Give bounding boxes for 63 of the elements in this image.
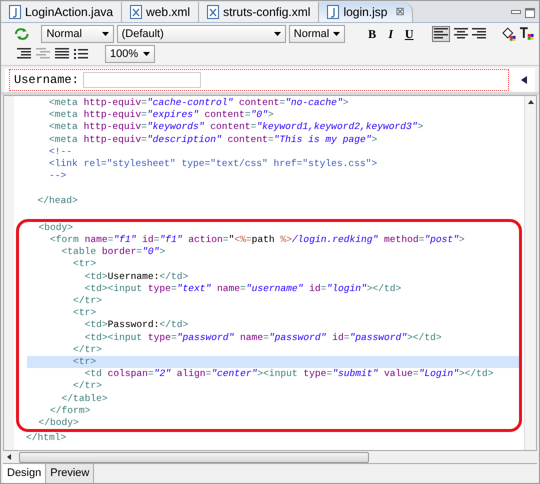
- code-line: <table border="0">: [60, 246, 166, 258]
- code-line: -->: [48, 170, 68, 182]
- bullet-list-icon[interactable]: [74, 48, 88, 60]
- code-line: <td colspan="2" align="center"><input type="submit" value="Login"></td>: [84, 368, 494, 380]
- editor-tab[interactable]: web.xml: [122, 2, 200, 22]
- align-right-icon[interactable]: [472, 28, 486, 40]
- view-tab[interactable]: Preview: [46, 464, 94, 483]
- scroll-up-icon[interactable]: [528, 100, 534, 104]
- file-icon: [207, 5, 220, 19]
- editor-tab[interactable]: LoginAction.java: [1, 2, 122, 22]
- editor-tab[interactable]: login.jsp ⊠: [319, 2, 414, 22]
- dropdown[interactable]: Normal: [41, 25, 114, 43]
- view-tab[interactable]: Design: [3, 464, 46, 483]
- minimize-icon[interactable]: [511, 8, 521, 16]
- code-line: <form name="f1" id="f1" action="<%=path %>/login.redking" method="post">: [49, 234, 466, 246]
- code-line: <tr>: [72, 258, 98, 271]
- dropdown[interactable]: (Default): [116, 25, 286, 43]
- dropdown[interactable]: Normal: [288, 25, 346, 43]
- code-line: </html>: [26, 432, 68, 444]
- code-line: <meta http-equiv="cache-control" content="no-cache">: [48, 97, 350, 110]
- field-label: Username:: [14, 72, 79, 89]
- text-field[interactable]: [82, 72, 201, 88]
- scroll-thumb[interactable]: [19, 452, 369, 462]
- caret-icon: [143, 52, 150, 56]
- code-line: </form>: [49, 404, 92, 417]
- file-icon: [327, 5, 340, 19]
- text-color-icon[interactable]: [519, 27, 536, 41]
- align-center-icon[interactable]: [454, 28, 468, 40]
- maximize-icon[interactable]: [525, 8, 535, 18]
- caret-icon: [102, 32, 109, 36]
- code-line: <td><input type="password" name="password" id="password"></td>: [84, 332, 443, 344]
- code-line: </tr>: [72, 295, 103, 308]
- code-line: <meta http-equiv="description" content="This is my page">: [48, 134, 378, 146]
- indent-icon[interactable]: [17, 48, 31, 60]
- close-icon[interactable]: ⊠: [395, 4, 404, 20]
- code-line: <!--: [48, 146, 74, 158]
- editor-tab[interactable]: struts-config.xml: [199, 2, 320, 22]
- caret-icon: [274, 32, 281, 36]
- code-line: </head>: [36, 194, 79, 207]
- code-line: <meta http-equiv="keywords" content="keyword1,keyword2,keyword3">: [48, 121, 424, 134]
- bold-button[interactable]: B: [364, 25, 380, 43]
- code-line: <meta http-equiv="expires" content="0">: [48, 109, 275, 122]
- underline-button[interactable]: U: [401, 25, 417, 43]
- code-line: </tr>: [72, 380, 103, 392]
- italic-button[interactable]: I: [382, 25, 398, 43]
- code-line: </tr>: [72, 344, 103, 356]
- code-line: <tr>: [72, 307, 98, 320]
- code-line: <td>Username:</td>: [84, 270, 190, 283]
- color-fill-icon[interactable]: [500, 27, 516, 41]
- code-line: <td><input type="text" name="username" id="login"></td>: [84, 282, 402, 295]
- file-icon: [9, 5, 21, 19]
- code-line: <td>Password:</td>: [84, 319, 190, 332]
- code-line: <link rel="stylesheet" type="text/css" href="styles.css">: [48, 158, 378, 170]
- caret-icon: [333, 32, 340, 36]
- code-line: </body>: [38, 416, 80, 430]
- collapse-icon[interactable]: [521, 76, 527, 84]
- refresh-icon[interactable]: [13, 27, 30, 41]
- file-icon: [130, 5, 142, 19]
- vertical-scrollbar[interactable]: [524, 96, 536, 450]
- code-line: <body>: [38, 222, 74, 234]
- dropdown[interactable]: 100%: [105, 45, 155, 63]
- code-line: </table>: [60, 392, 109, 405]
- scroll-left-icon[interactable]: [7, 454, 11, 460]
